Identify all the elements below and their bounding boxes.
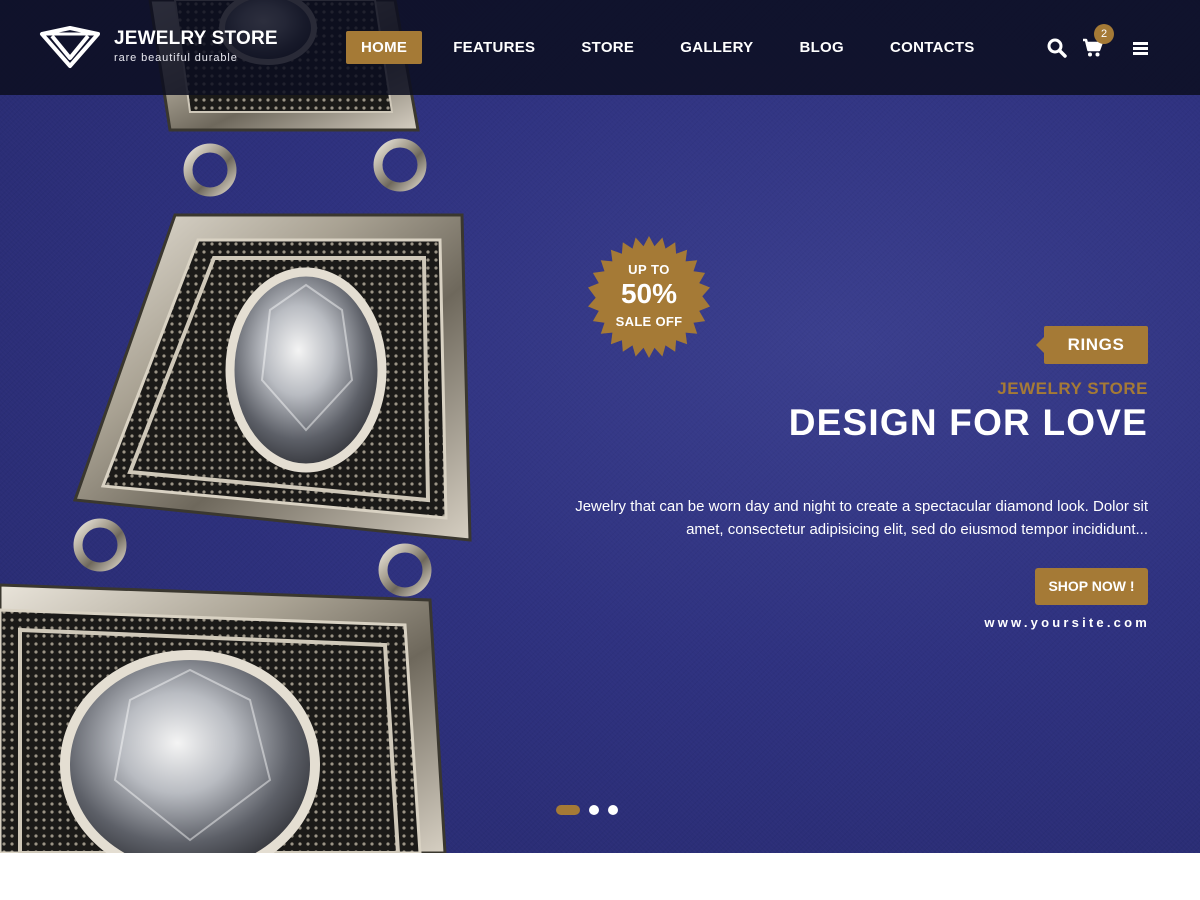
nav-gallery[interactable]: GALLERY xyxy=(665,31,768,64)
slider-dot-2[interactable] xyxy=(589,805,599,815)
sale-badge-line3: SALE OFF xyxy=(615,314,683,329)
cart-count-badge: 2 xyxy=(1094,24,1114,44)
nav-contacts[interactable]: CONTACTS xyxy=(875,31,990,64)
slider-dot-1[interactable] xyxy=(556,805,580,815)
hero-kicker: JEWELRY STORE xyxy=(997,379,1148,398)
nav-features[interactable]: FEATURES xyxy=(438,31,550,64)
brand-name: JEWELRY STORE xyxy=(114,28,278,49)
sale-badge: UP TO 50% SALE OFF xyxy=(588,236,710,358)
nav-store[interactable]: STORE xyxy=(566,31,649,64)
search-icon[interactable] xyxy=(1046,37,1068,59)
brand-tagline: rare beautiful durable xyxy=(114,52,238,64)
logo[interactable]: JEWELRY STORE rare beautiful durable xyxy=(38,24,278,72)
sale-badge-line1: UP TO xyxy=(628,262,670,277)
bracelet-image xyxy=(0,0,472,853)
nav-blog[interactable]: BLOG xyxy=(784,31,859,64)
hero-slider: UP TO 50% SALE OFF RINGS JEWELRY STORE D… xyxy=(0,0,1200,853)
page: UP TO 50% SALE OFF RINGS JEWELRY STORE D… xyxy=(0,0,1200,900)
menu-icon[interactable] xyxy=(1131,37,1153,59)
sale-badge-percent: 50% xyxy=(620,278,678,309)
site-header: JEWELRY STORE rare beautiful durable HOM… xyxy=(0,0,1200,95)
category-tag: RINGS xyxy=(1036,326,1148,364)
slider-dot-3[interactable] xyxy=(608,805,618,815)
diamond-logo-icon xyxy=(40,26,100,68)
website-url: www.yoursite.com xyxy=(984,615,1150,630)
shop-now-button[interactable]: SHOP NOW ! xyxy=(1035,568,1148,605)
hero-title: DESIGN FOR LOVE xyxy=(788,402,1148,443)
main-nav: HOME FEATURES STORE GALLERY BLOG CONTACT… xyxy=(346,31,990,64)
hero-description: Jewelry that can be worn day and night t… xyxy=(575,498,1148,538)
nav-home[interactable]: HOME xyxy=(346,31,423,64)
